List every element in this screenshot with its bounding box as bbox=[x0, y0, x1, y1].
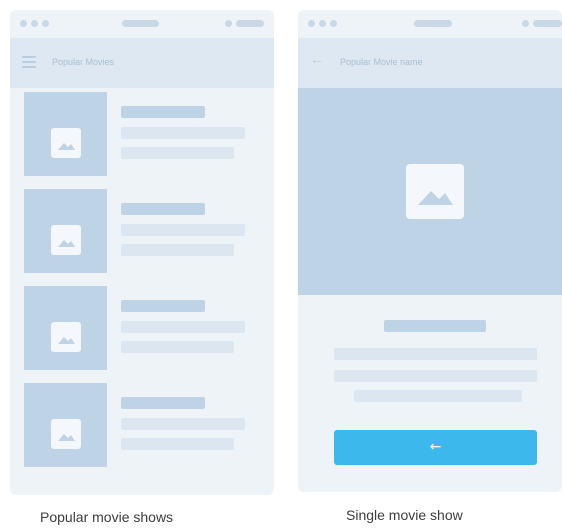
caption-popular-movies: Popular movie shows bbox=[40, 509, 174, 525]
back-arrow-icon[interactable]: ← bbox=[310, 52, 324, 66]
movie-list-item[interactable] bbox=[24, 286, 264, 370]
movie-text-placeholder bbox=[334, 370, 537, 382]
battery-indicator bbox=[533, 20, 562, 27]
status-pill bbox=[414, 20, 452, 27]
movie-text-placeholder bbox=[121, 321, 245, 333]
movie-text-placeholder bbox=[121, 341, 234, 353]
movie-text-placeholder bbox=[121, 438, 234, 450]
back-button[interactable]: ← bbox=[334, 430, 537, 465]
movie-text-placeholder bbox=[121, 147, 234, 159]
movie-thumbnail bbox=[24, 383, 107, 467]
movie-title-placeholder bbox=[121, 203, 205, 215]
movie-text-placeholder bbox=[121, 418, 245, 430]
movie-title-placeholder bbox=[384, 320, 486, 332]
movie-text-placeholder bbox=[334, 348, 537, 360]
battery-indicator bbox=[236, 20, 264, 27]
image-placeholder-icon bbox=[51, 128, 81, 158]
nav-bar: ← Popular Movie name bbox=[298, 38, 562, 88]
movie-text-placeholder bbox=[354, 390, 522, 402]
movie-list-item[interactable] bbox=[24, 92, 264, 176]
movie-thumbnail bbox=[24, 92, 107, 176]
status-pill bbox=[122, 20, 159, 27]
window-dot bbox=[20, 20, 27, 27]
status-bar bbox=[10, 10, 274, 38]
nav-title: Popular Movies bbox=[52, 57, 115, 67]
window-dot bbox=[330, 20, 337, 27]
status-dot bbox=[225, 20, 232, 27]
movie-text-placeholder bbox=[121, 224, 245, 236]
movie-title-placeholder bbox=[121, 106, 205, 118]
image-placeholder-icon bbox=[51, 225, 81, 255]
window-dot bbox=[31, 20, 38, 27]
movie-hero-image bbox=[298, 88, 562, 295]
status-dot bbox=[522, 20, 529, 27]
image-placeholder-icon bbox=[51, 419, 81, 449]
nav-title: Popular Movie name bbox=[340, 57, 423, 67]
movie-text-placeholder bbox=[121, 244, 234, 256]
movie-thumbnail bbox=[24, 286, 107, 370]
image-placeholder-icon bbox=[406, 164, 464, 219]
hamburger-menu-icon[interactable] bbox=[22, 56, 36, 68]
movie-list-item[interactable] bbox=[24, 189, 264, 273]
wireframe-list-screen: Popular Movies bbox=[10, 10, 274, 495]
movie-thumbnail bbox=[24, 189, 107, 273]
movie-title-placeholder bbox=[121, 300, 205, 312]
window-dot bbox=[42, 20, 49, 27]
status-bar bbox=[298, 10, 562, 38]
window-dot bbox=[319, 20, 326, 27]
movie-title-placeholder bbox=[121, 397, 205, 409]
nav-bar: Popular Movies bbox=[10, 38, 274, 88]
window-dot bbox=[308, 20, 315, 27]
wireframe-detail-screen: ← Popular Movie name ← bbox=[298, 10, 562, 492]
image-placeholder-icon bbox=[51, 322, 81, 352]
movie-text-placeholder bbox=[121, 127, 245, 139]
caption-single-movie: Single movie show bbox=[346, 507, 463, 523]
movie-list-item[interactable] bbox=[24, 383, 264, 467]
